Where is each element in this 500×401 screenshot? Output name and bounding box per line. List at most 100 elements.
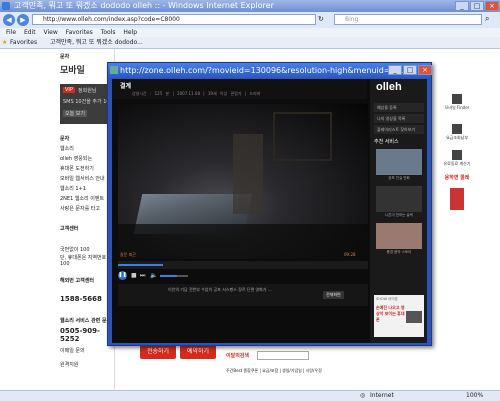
player-controls: ❚❚ ■ ⏭ 🔈 [118, 271, 368, 281]
tab-active[interactable]: 고객만족, 뭐고 또 뭐겠소 dododo... [50, 37, 143, 48]
address-bar[interactable]: http://www.olleh.com/index.asp?code=C800… [32, 14, 316, 25]
menu-view[interactable]: View [44, 29, 58, 36]
menu-help[interactable]: Help [123, 29, 137, 36]
phone-icon [452, 94, 462, 104]
vip-badge: VIP [63, 87, 75, 93]
bottom-search-input[interactable] [257, 351, 309, 360]
video-time: 09:28 [344, 252, 356, 257]
favorites-button[interactable]: Favorites [10, 37, 37, 48]
left-menu-item[interactable]: 2NE1 웹소리 이벤트 [60, 194, 105, 204]
browser-title: 고객만족, 뭐고 또 뭐겠소 dododo olleh :: - Windows… [14, 1, 274, 10]
menu-edit[interactable]: Edit [24, 29, 36, 36]
left-menu: 문자 웹소리 olleh 영웅되는 휴대폰 도전하기 모바일 웹서비스 안내 웹… [60, 134, 105, 214]
popup-icon [110, 66, 118, 74]
vip-button[interactable]: 오늘 보기 [63, 110, 87, 117]
stop-icon[interactable]: ■ [131, 272, 137, 279]
refresh-icon[interactable]: ↻ [318, 15, 324, 23]
remote-support-button[interactable]: 원격지원 [60, 361, 78, 368]
close-icon[interactable]: × [485, 1, 499, 11]
forward-icon[interactable]: ▶ [17, 14, 29, 26]
side-row[interactable]: 나의 영상을 목록 [374, 114, 424, 123]
reserve-button[interactable]: 예약하기 [180, 345, 216, 359]
ad-text: 손예진 나오고 영상이 보이는 휴대폰 [376, 305, 405, 322]
bottom-links[interactable]: 주간Best 종합쿠폰 | 요금/포함 | 생일/기념일 | 사랑/우정 [226, 368, 322, 374]
side-ad[interactable]: SHOW 아이폰 손예진 나오고 영상이 보이는 휴대폰 [374, 295, 424, 337]
popup-title-bar: http://zone.olleh.com/?movieid=130096&re… [108, 63, 432, 78]
menu-tools[interactable]: Tools [101, 29, 116, 36]
thumb-caption: 공포 진실 만화 [388, 176, 410, 180]
side-row[interactable]: 플레이리스트 찾아보기 [374, 125, 424, 134]
left-menu-item[interactable]: 문자 [60, 134, 105, 144]
olleh-logo: olleh [376, 81, 402, 93]
video-popup-window: http://zone.olleh.com/?movieid=130096&re… [107, 62, 432, 346]
popup-maximize-icon[interactable]: □ [403, 65, 417, 75]
email-inquiry-button[interactable]: 이메일 문의 [60, 347, 85, 354]
thumb-caption: 풍경 음악 스토리 [386, 250, 412, 254]
header-small: 문자 [60, 54, 70, 60]
volume-slider[interactable] [160, 275, 188, 277]
popup-close-icon[interactable]: × [418, 65, 432, 75]
menu-file[interactable]: File [6, 29, 16, 36]
subtitle-panel: 이안의 기담 전반부 수없이 공포 서스펜스 장르 단편 영화가 … 전체화면 [118, 284, 368, 306]
search-input[interactable]: Bing [334, 14, 482, 25]
volume-icon[interactable]: 🔈 [150, 272, 157, 279]
cs-title-2: 해외번 고객센터 [60, 278, 94, 284]
quick-calc[interactable]: 유료동료 계산기 [442, 150, 472, 167]
status-bar: ◎ Internet 100% [0, 390, 500, 401]
cs-phone-2: 1588-5668 [60, 295, 102, 303]
scene-door [233, 134, 263, 214]
progress-fill [118, 264, 163, 266]
video-frame[interactable] [118, 104, 368, 259]
left-menu-item[interactable]: 사랑은 문자를 타고 [60, 204, 105, 214]
recommended-heading: 추천 서비스 [374, 139, 399, 145]
scene-shadow [118, 224, 368, 259]
vip-line: 정회원님 [78, 88, 97, 94]
progress-bar[interactable] [118, 261, 368, 269]
volume-fill [160, 275, 177, 277]
left-menu-item[interactable]: 웹소리 1+1 [60, 184, 105, 194]
fullscreen-button[interactable]: 전체화면 [323, 291, 344, 299]
back-icon[interactable]: ◀ [3, 14, 15, 26]
video-label: 갈운 피곤 [120, 252, 136, 257]
star-icon: ★ [2, 39, 8, 46]
bottom-area: 전송하기 예약하기 이달의검색 주간Best 종합쿠폰 | 요금/포함 | 생일… [140, 343, 440, 390]
pause-icon[interactable]: ❚❚ [118, 271, 127, 280]
quick-finder[interactable]: 모바일 Finder [442, 94, 472, 111]
vip-box: VIP 정회원님 SMS 10건을 추가 100% 오늘 보기 [60, 84, 118, 124]
thumb-caption: 니콘이 전하는 슬릭 [385, 213, 413, 217]
left-menu-item[interactable]: olleh 영웅되는 [60, 154, 105, 164]
promo-banner[interactable]: 웅하면 콜레 [444, 174, 470, 218]
promo-image [450, 188, 464, 210]
calculator-icon [452, 150, 462, 160]
search-icon[interactable]: ⌕ [485, 14, 489, 24]
maximize-icon[interactable]: □ [470, 1, 484, 11]
ad-top: SHOW 아이폰 [376, 297, 398, 301]
left-title: 모바일 [60, 66, 85, 76]
left-menu-item[interactable]: 휴대폰 도전하기 [60, 164, 105, 174]
cs-note: 단, 휴대폰은 지역번호 + 100 [60, 255, 112, 267]
olleh-side-panel: olleh 예상을 등록 나의 영상을 목록 플레이리스트 찾아보기 추천 서비… [370, 79, 427, 343]
menu-bar: File Edit View Favorites Tools Help [0, 28, 500, 37]
bottom-search-label: 이달의검색 [226, 353, 250, 359]
minimize-icon[interactable]: _ [455, 1, 469, 11]
promo-text: 웅하면 콜레 [444, 175, 470, 181]
browser-title-bar: 고객만족, 뭐고 또 뭐겠소 dododo olleh :: - Windows… [0, 0, 500, 12]
left-menu-item[interactable]: 모바일 웹서비스 안내 [60, 174, 105, 184]
favorites-bar: ★ Favorites 고객만족, 뭐고 또 뭐겠소 dododo... [0, 37, 500, 49]
scene-window [273, 112, 332, 161]
thumb-image[interactable] [376, 223, 422, 249]
left-menu-item[interactable]: 웹소리 [60, 144, 105, 154]
thumb-image[interactable] [376, 149, 422, 175]
popup-body: 결계 상영시간 : 125 분 | 2007.11.08 | 19세 이상 관람… [112, 79, 427, 343]
menu-favorites[interactable]: Favorites [66, 29, 93, 36]
send-button[interactable]: 전송하기 [140, 345, 176, 359]
skip-icon[interactable]: ⏭ [140, 272, 145, 280]
quick-bill[interactable]: 요금조회납부 [442, 124, 472, 141]
thumb-image[interactable] [376, 186, 422, 212]
cs-phone-3: 0505-909-5252 [60, 327, 100, 343]
cs-title-3: 웹소리 서비스 관련 문의 [60, 318, 112, 324]
side-row[interactable]: 예상을 등록 [374, 103, 424, 112]
popup-minimize-icon[interactable]: _ [388, 65, 402, 75]
popup-url: http://zone.olleh.com/?movieid=130096&re… [120, 66, 404, 75]
ad-phone-image [406, 311, 422, 323]
